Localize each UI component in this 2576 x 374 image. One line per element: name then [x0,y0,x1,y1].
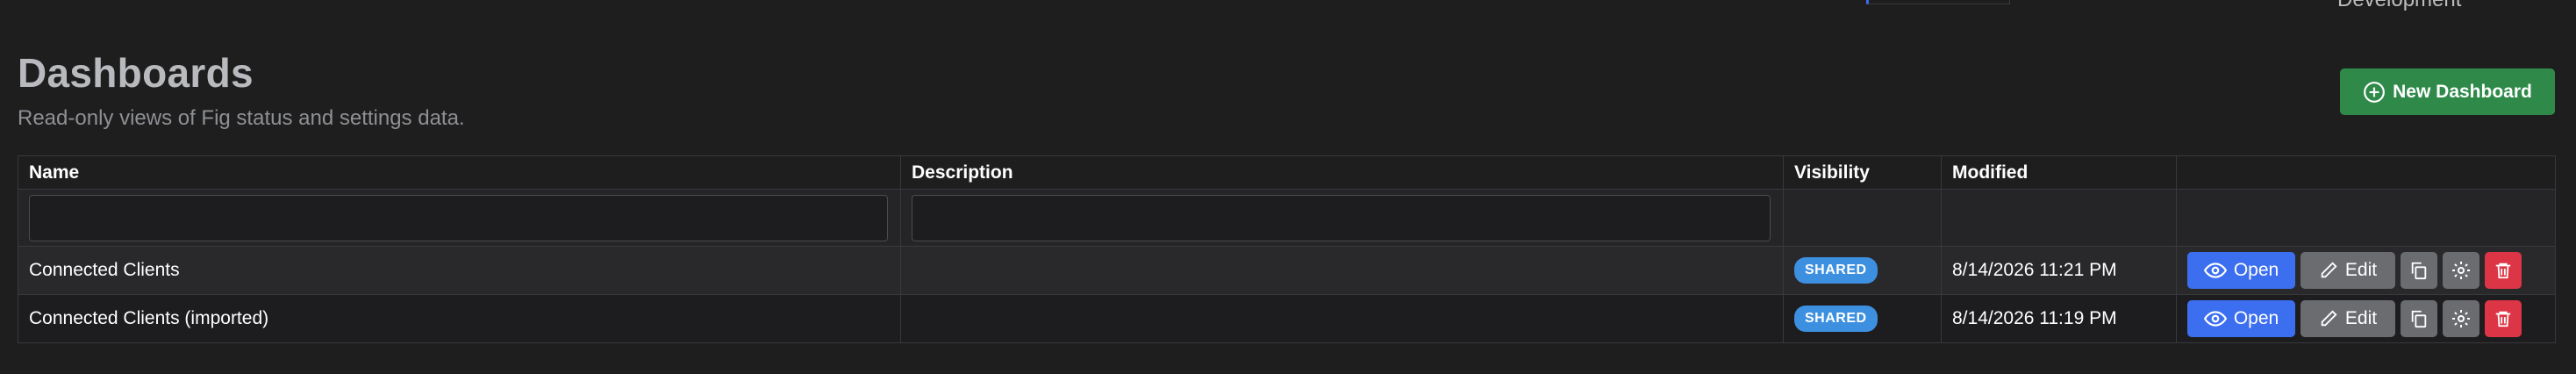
trash-icon [2495,311,2511,327]
settings-button[interactable] [2443,252,2479,289]
column-header-modified[interactable]: Modified [1941,155,2177,190]
pencil-icon [2321,262,2337,278]
eye-icon [2203,263,2227,278]
filter-row [18,189,2556,247]
open-label: Open [2233,260,2279,280]
name-filter-input[interactable] [29,194,888,241]
pencil-icon [2321,310,2337,327]
open-button[interactable]: Open [2187,300,2295,337]
top-nav-fragment [1866,0,2010,4]
copy-icon [2411,262,2427,280]
page-subtitle: Read-only views of Fig status and settin… [18,106,465,130]
new-dashboard-button[interactable]: New Dashboard [2340,68,2555,115]
copy-icon [2411,310,2427,328]
new-dashboard-label: New Dashboard [2393,81,2532,102]
row-name: Connected Clients (imported) [18,294,901,343]
table-row[interactable]: Connected Clients (imported) SHARED 8/14… [18,294,2556,343]
row-description [900,294,1784,343]
edit-label: Edit [2344,260,2378,280]
trash-icon [2495,263,2511,279]
row-description [900,246,1784,295]
table-row[interactable]: Connected Clients SHARED 8/14/2026 11:21… [18,246,2556,295]
delete-button[interactable] [2485,252,2522,289]
visibility-badge: SHARED [1794,306,1878,332]
row-name: Connected Clients [18,246,901,295]
delete-button[interactable] [2485,300,2522,337]
visibility-badge: SHARED [1794,257,1878,284]
edit-button[interactable]: Edit [2301,252,2395,289]
settings-button[interactable] [2443,300,2479,337]
open-button[interactable]: Open [2187,252,2295,289]
gear-icon [2452,310,2470,327]
column-header-visibility[interactable]: Visibility [1783,155,1942,190]
open-label: Open [2233,308,2279,328]
column-header-name[interactable]: Name [18,155,901,190]
table-header-row: Name Description Visibility Modified [18,155,2556,190]
row-modified: 8/14/2026 11:19 PM [1941,294,2177,343]
copy-button[interactable] [2401,252,2437,289]
page-title: Dashboards [18,50,254,96]
column-header-actions [2176,155,2556,190]
top-nav-item-development[interactable]: Development [2337,0,2461,12]
column-header-description[interactable]: Description [900,155,1784,190]
copy-button[interactable] [2401,300,2437,337]
row-modified: 8/14/2026 11:21 PM [1941,246,2177,295]
plus-circle-icon [2363,81,2386,104]
edit-label: Edit [2344,308,2378,328]
dashboards-table: Name Description Visibility Modified Con… [18,155,2556,343]
description-filter-input[interactable] [912,194,1771,241]
eye-icon [2203,311,2227,327]
edit-button[interactable]: Edit [2301,300,2395,337]
gear-icon [2452,262,2470,279]
